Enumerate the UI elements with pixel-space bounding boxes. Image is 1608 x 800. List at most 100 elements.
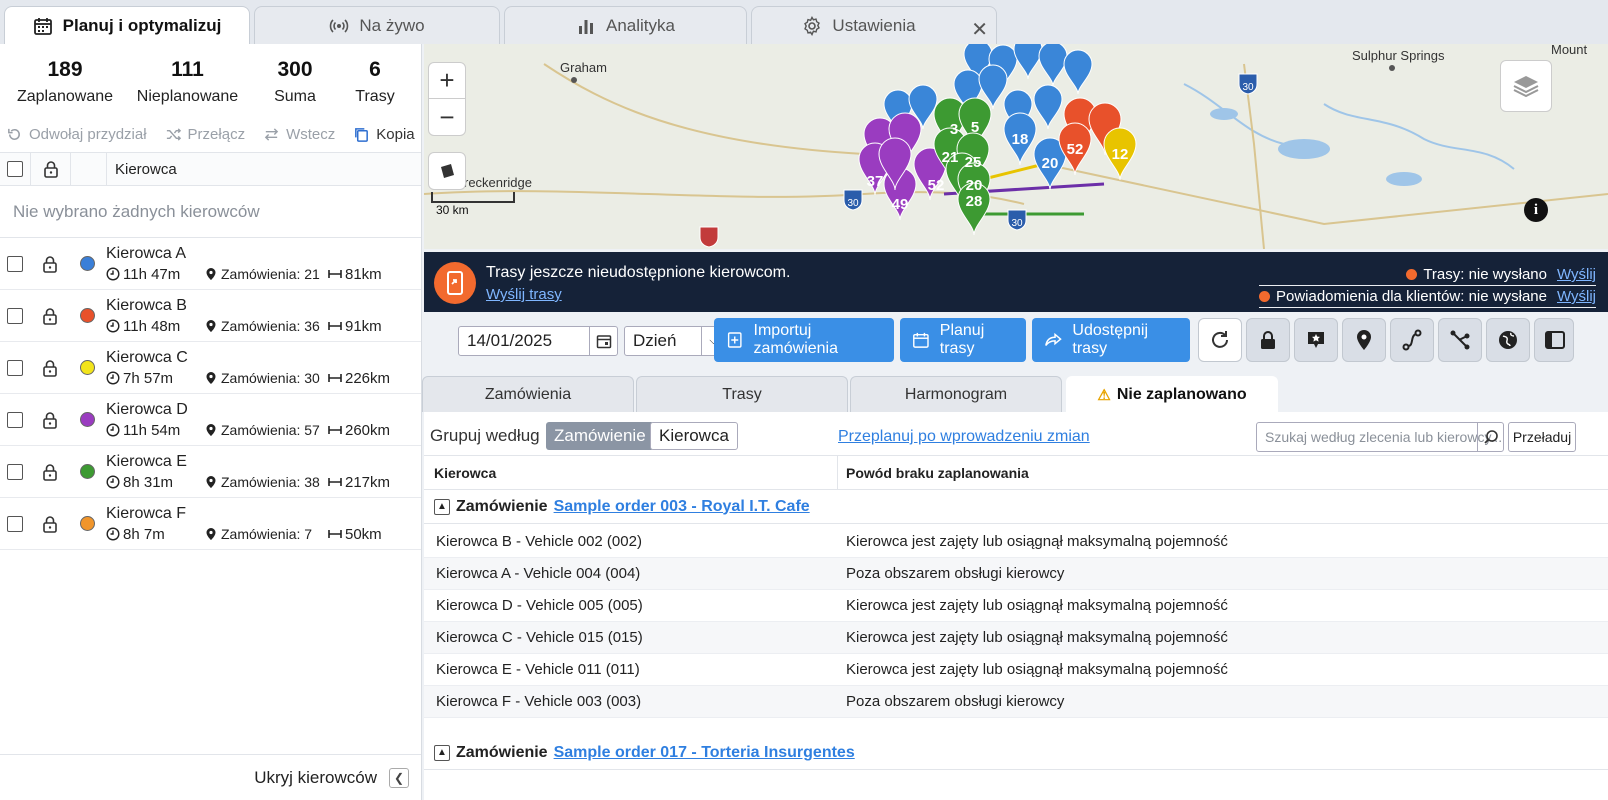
hide-drivers-bar[interactable]: Ukryj kierowców ❮ [0,754,421,800]
driver-orders: Zamówienia: 36 [221,318,320,334]
table-row[interactable]: Kierowca F - Vehicle 003 (003) Poza obsz… [424,686,1608,718]
order-link[interactable]: Sample order 003 - Royal I.T. Cafe [554,498,810,516]
collapse-toggle-icon[interactable]: ▲ [434,498,450,515]
chevron-left-icon[interactable]: ❮ [389,767,409,788]
row-reason: Kierowca jest zajęty lub osiągnął maksym… [846,597,1228,614]
svg-text:3: 3 [950,121,958,138]
lock-icon[interactable] [42,411,58,429]
share-routes-button[interactable]: Udostępnij trasy [1032,318,1190,362]
select-all-checkbox[interactable] [7,161,23,177]
switch-button[interactable]: Przełącz [165,126,245,143]
clock-icon [106,267,120,281]
distance-icon [328,426,342,434]
driver-orders: Zamówienia: 57 [221,422,320,438]
tab-orders[interactable]: Zamówienia [422,376,634,412]
table-row[interactable]: Kierowca A - Vehicle 004 (004) Poza obsz… [424,558,1608,590]
send-notifications-link[interactable]: Wyślij [1557,288,1596,305]
tab-settings[interactable]: Ustawienia ✕ [751,6,997,44]
order-link[interactable]: Sample order 017 - Torteria Insurgentes [554,744,855,762]
zoom-in-icon[interactable]: + [429,63,465,100]
copy-button[interactable]: Kopia [353,126,415,143]
driver-distance: 81km [345,265,382,283]
lock-icon[interactable] [42,463,58,481]
tab-analytics[interactable]: Analityka [504,6,747,44]
layers-icon[interactable] [1500,60,1552,112]
group-by-order-button[interactable]: Zamówienie [546,422,654,450]
banner-message: Trasy jeszcze nieudostępnione kierowcom. [486,264,791,281]
pin-star-button[interactable] [1294,318,1338,362]
collapse-toggle-icon[interactable]: ▲ [434,744,450,761]
action-toolbar: Odwołaj przydział Przełącz Wstecz Kopia [0,116,421,152]
driver-column-header: Kierowca [106,153,177,185]
status-dot [1258,291,1270,302]
lock-icon[interactable] [42,515,58,533]
group-prefix: Zamówienie [456,743,548,761]
plan-routes-button[interactable]: Planuj trasy [900,318,1026,362]
period-select[interactable]: Dzień ⌵ [624,326,726,356]
lock-icon[interactable] [43,160,59,178]
routes-banner: Trasy jeszcze nieudostępnione kierowcom.… [424,252,1608,312]
driver-checkbox[interactable] [7,359,23,376]
lock-icon[interactable] [42,255,58,273]
driver-checkbox[interactable] [7,307,23,324]
tab-routes[interactable]: Trasy [636,376,848,412]
driver-checkbox[interactable] [7,411,23,428]
reload-button[interactable]: Przeładuj [1508,422,1576,452]
send-routes-link[interactable]: Wyślij trasy [486,286,790,303]
driver-row[interactable]: Kierowca C 7h 57m Zamówienia: 30 226km [0,342,421,394]
driver-row[interactable]: Kierowca F 8h 7m Zamówienia: 7 50km [0,498,421,550]
svg-text:20: 20 [1042,155,1059,172]
path-button[interactable] [1438,318,1482,362]
refresh-button[interactable] [1198,318,1242,362]
calendar-icon[interactable] [589,327,617,355]
lock-icon[interactable] [42,307,58,325]
unassign-button[interactable]: Odwołaj przydział [6,126,147,143]
close-icon[interactable]: ✕ [971,17,988,42]
unplanned-content: Grupuj według Zamówienie Kierowca Przepl… [424,412,1608,800]
import-orders-button[interactable]: Importuj zamówienia [714,318,894,362]
tab-schedule[interactable]: Harmonogram [850,376,1062,412]
lock-icon[interactable] [42,359,58,377]
group-by-driver-button[interactable]: Kierowca [650,422,738,450]
tab-live[interactable]: Na żywo [254,6,500,44]
send-routes-status-link[interactable]: Wyślij [1557,266,1596,283]
table-row[interactable]: Kierowca C - Vehicle 015 (015) Kierowca … [424,622,1608,654]
location-button[interactable] [1342,318,1386,362]
location-pin-icon [206,528,216,540]
date-input[interactable]: 14/01/2025 [458,326,618,356]
search-input[interactable]: Szukaj według zlecenia lub kierowcy... [1256,422,1504,452]
replan-link[interactable]: Przeplanuj po wprowadzeniu zmian [838,428,1090,446]
driver-checkbox[interactable] [7,463,23,480]
swap-icon [264,127,279,141]
driver-row[interactable]: Kierowca E 8h 31m Zamówienia: 38 217km [0,446,421,498]
globe-button[interactable] [1486,318,1530,362]
driver-orders: Zamówienia: 7 [221,526,313,542]
driver-color-dot [79,308,95,323]
info-icon[interactable]: i [1524,198,1548,222]
tab-label: Ustawienia [832,15,916,35]
table-row[interactable]: Kierowca B - Vehicle 002 (002) Kierowca … [424,526,1608,558]
table-row[interactable]: Kierowca E - Vehicle 011 (011) Kierowca … [424,654,1608,686]
calendar-icon [33,17,52,35]
back-button[interactable]: Wstecz [263,126,335,143]
driver-checkbox[interactable] [7,255,23,272]
panel-button[interactable] [1534,318,1574,362]
search-icon[interactable] [1477,423,1503,451]
tab-plan-optimize[interactable]: Planuj i optymalizuj [4,6,250,44]
driver-row[interactable]: Kierowca A 11h 47m Zamówienia: 21 81km [0,238,421,290]
driver-row[interactable]: Kierowca D 11h 54m Zamówienia: 57 260km [0,394,421,446]
stat-total: 300 Suma [274,58,316,105]
driver-row[interactable]: Kierowca B 11h 48m Zamówienia: 36 91km [0,290,421,342]
lock-button[interactable] [1246,318,1290,362]
driver-color-dot [79,256,95,271]
route-button[interactable] [1390,318,1434,362]
route-icon [1402,329,1422,351]
draw-shape-icon[interactable] [428,152,466,190]
driver-checkbox[interactable] [7,515,23,532]
map-view[interactable]: Graham Sulphur Springs Mount reckenridge… [424,44,1608,249]
zoom-out-icon[interactable]: − [429,99,465,135]
location-pin-icon [206,424,216,436]
table-row[interactable]: Kierowca D - Vehicle 005 (005) Kierowca … [424,590,1608,622]
location-pin-icon [206,320,216,332]
tab-unplanned[interactable]: ⚠ Nie zaplanowano [1066,376,1278,412]
